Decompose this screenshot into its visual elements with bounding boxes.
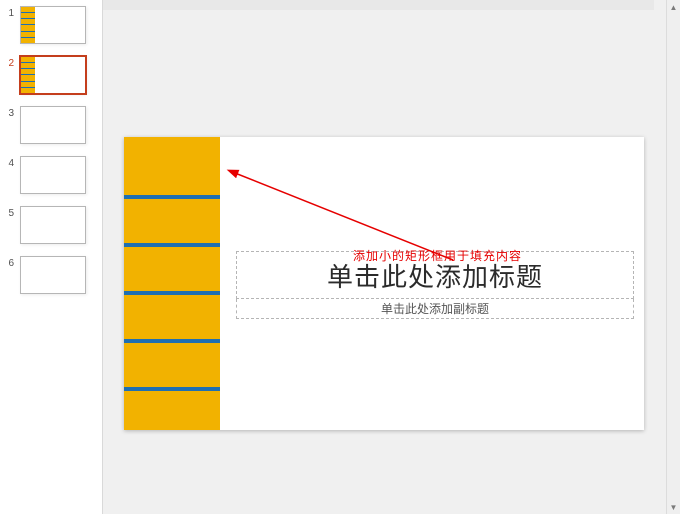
chevron-down-icon: ▼ [670,503,678,512]
slide-thumbnail-6[interactable]: 6 [0,256,102,306]
slide-thumbnail-2[interactable]: 2 [0,56,102,106]
slide-number: 6 [0,256,14,269]
scroll-up-button[interactable]: ▲ [667,0,680,14]
slide-editor-area[interactable]: 单击此处添加标题 单击此处添加副标题 添加小的矩形框用于填充内容 [103,0,666,514]
slide-thumbnail-1[interactable]: 1 [0,6,102,56]
slide-preview [20,206,86,244]
slide-accent-strip [21,57,35,93]
title-placeholder[interactable]: 单击此处添加标题 [236,251,634,299]
slide-thumbnail-3[interactable]: 3 [0,106,102,156]
slide-preview [20,6,86,44]
slide-number: 1 [0,6,14,19]
accent-bar [124,291,220,295]
subtitle-placeholder[interactable]: 单击此处添加副标题 [236,299,634,319]
slide-preview [20,256,86,294]
slide-thumbnail-panel: 1 2 3 4 5 6 [0,0,103,514]
accent-bar [124,195,220,199]
slide-preview [20,56,86,94]
slide-accent-strip [21,7,35,43]
slide-accent-column [124,137,220,430]
current-slide[interactable]: 单击此处添加标题 单击此处添加副标题 [124,137,644,430]
slide-number: 3 [0,106,14,119]
vertical-scrollbar[interactable]: ▲ ▼ [666,0,680,514]
slide-preview [20,106,86,144]
slide-thumbnail-5[interactable]: 5 [0,206,102,256]
slide-number: 5 [0,206,14,219]
accent-bar [124,243,220,247]
chevron-up-icon: ▲ [670,3,678,12]
slide-number: 4 [0,156,14,169]
slide-number: 2 [0,56,14,69]
scroll-down-button[interactable]: ▼ [667,500,680,514]
slide-thumbnail-4[interactable]: 4 [0,156,102,206]
slide-preview [20,156,86,194]
accent-bar [124,339,220,343]
accent-bar [124,387,220,391]
